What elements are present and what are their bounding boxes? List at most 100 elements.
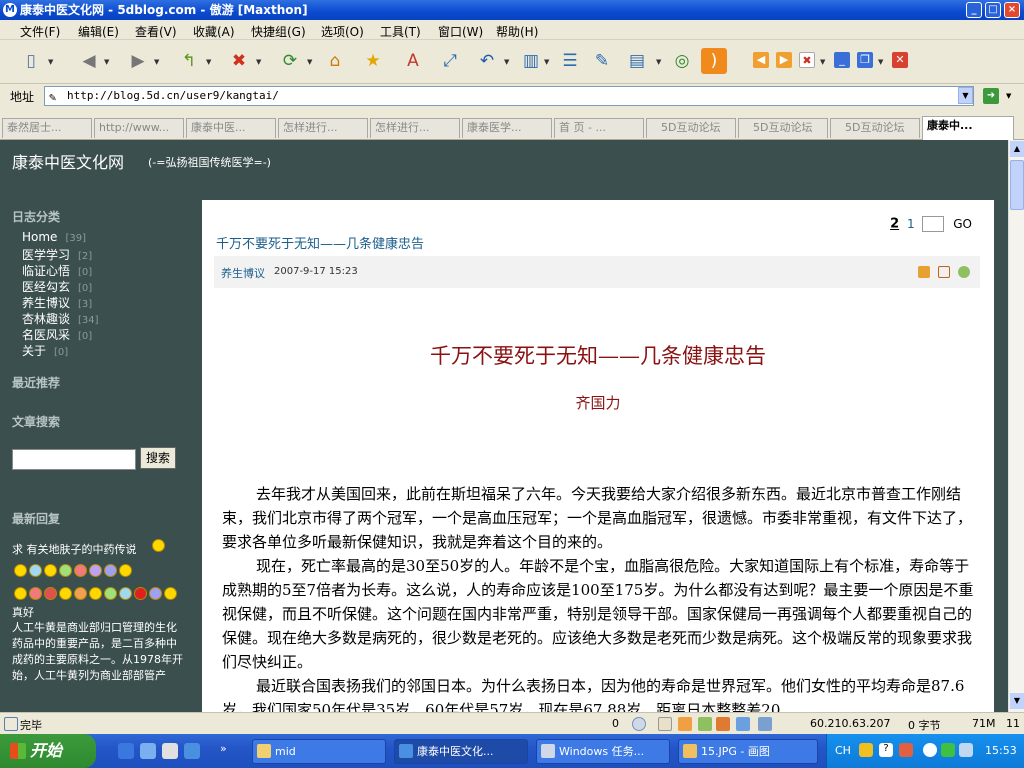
tab-4[interactable]: 怎样进行... <box>278 118 368 138</box>
tab-restore-icon[interactable]: ❐ <box>857 52 873 68</box>
page-link-2[interactable]: 2 <box>890 217 899 232</box>
scroll-down-icon[interactable]: ▼ <box>1010 693 1024 709</box>
tab-10[interactable]: 5D互动论坛 <box>830 118 920 138</box>
delete-icon[interactable] <box>938 266 950 278</box>
tab-minimize-icon[interactable]: _ <box>834 52 850 68</box>
desktop-quicklaunch-icon[interactable] <box>140 743 156 759</box>
ie-quicklaunch-icon[interactable] <box>118 743 134 759</box>
tab-close-all-icon[interactable]: ✕ <box>892 52 908 68</box>
notes-icon[interactable]: ✎ <box>589 48 615 74</box>
category-item[interactable]: 关于 [0] <box>22 342 68 359</box>
scroll-thumb[interactable] <box>1010 160 1024 210</box>
tab-9[interactable]: 5D互动论坛 <box>738 118 828 138</box>
clock[interactable]: 15:53 <box>985 744 1017 757</box>
search-input[interactable] <box>12 449 136 470</box>
home-icon[interactable]: ⌂ <box>322 48 348 74</box>
category-item[interactable]: 医经勾玄 [0] <box>22 278 92 295</box>
list-icon[interactable]: ☰ <box>557 48 583 74</box>
post-category[interactable]: 养生博议 <box>221 265 265 281</box>
columns-icon[interactable]: ▥ <box>518 48 544 74</box>
menu-edit[interactable]: 编辑(E) <box>78 23 119 40</box>
tab-2[interactable]: http://www... <box>94 118 184 138</box>
window-title-bar[interactable]: M 康泰中医文化网 - 5dblog.com - 傲游 [Maxthon] _ … <box>0 0 1024 20</box>
menu-file[interactable]: 文件(F) <box>20 23 60 40</box>
ad-filter-icon[interactable] <box>698 717 712 731</box>
maximize-button[interactable]: □ <box>985 2 1001 18</box>
category-item[interactable]: 养生博议 [3] <box>22 294 92 311</box>
edit-icon[interactable] <box>918 266 930 278</box>
reply-link[interactable]: 求 有关地肤子的中药传说 <box>12 541 137 557</box>
tab-active[interactable]: 康泰中... <box>922 116 1014 140</box>
category-item[interactable]: 名医风采 [0] <box>22 326 92 343</box>
menu-favorites[interactable]: 收藏(A) <box>193 23 235 40</box>
proxy-icon[interactable] <box>736 717 750 731</box>
stop-icon[interactable]: ✖ <box>226 48 252 74</box>
undo-close-icon[interactable]: ↶ <box>474 48 500 74</box>
new-page-icon[interactable]: ▯ <box>18 48 44 74</box>
close-button[interactable]: × <box>1004 2 1020 18</box>
task-paint[interactable]: 15.JPG - 画图 <box>678 739 818 764</box>
expand-icon[interactable] <box>958 266 970 278</box>
refresh-icon[interactable]: ⟳ <box>277 48 303 74</box>
category-item[interactable]: 杏林趣谈 [34] <box>22 310 99 327</box>
scroll-up-icon[interactable]: ▲ <box>1010 141 1024 157</box>
task-windows-task-manager[interactable]: Windows 任务... <box>536 739 670 764</box>
next-tab-icon[interactable]: ▶ <box>776 52 792 68</box>
task-maxthon[interactable]: 康泰中医文化... <box>394 739 528 764</box>
page-go-button[interactable]: GO <box>953 217 972 231</box>
reply-excerpt[interactable]: 人工牛黄是商业部归口管理的生化药品中的重要产品，是二百多种中成药的主要原料之一。… <box>12 620 184 684</box>
address-dropdown-icon[interactable]: ▼ <box>958 87 973 104</box>
category-item[interactable]: Home [39] <box>22 230 86 244</box>
page-link-1[interactable]: 1 <box>907 217 915 231</box>
tab-7[interactable]: 首 页 - ... <box>554 118 644 138</box>
blog-title[interactable]: 康泰中医文化网 <box>12 149 124 173</box>
menu-help[interactable]: 帮助(H) <box>496 23 538 40</box>
address-menu-icon[interactable]: ▼ <box>1006 92 1011 100</box>
post-title[interactable]: 千万不要死于无知——几条健康忠告 <box>216 233 424 252</box>
tray-app-icon[interactable] <box>899 743 913 757</box>
menu-view[interactable]: 查看(V) <box>135 23 177 40</box>
menu-window[interactable]: 窗口(W) <box>438 23 483 40</box>
menu-tools[interactable]: 工具(T) <box>380 23 421 40</box>
tab-3[interactable]: 康泰中医... <box>186 118 276 138</box>
language-indicator[interactable]: CH <box>835 744 851 757</box>
browser-quicklaunch-icon[interactable] <box>184 743 200 759</box>
category-item[interactable]: 医学学习 [2] <box>22 246 92 263</box>
translate-icon[interactable]: A <box>400 48 426 74</box>
task-mid[interactable]: mid <box>252 739 386 764</box>
forward-icon[interactable]: ▶ <box>125 48 151 74</box>
go-arrow-icon[interactable]: ➜ <box>983 88 999 104</box>
minimize-button[interactable]: _ <box>966 2 982 18</box>
tab-5[interactable]: 怎样进行... <box>370 118 460 138</box>
tab-6[interactable]: 康泰医学... <box>462 118 552 138</box>
up-icon[interactable]: ↰ <box>176 48 202 74</box>
favorites-star-icon[interactable]: ★ <box>360 48 386 74</box>
flash-block-icon[interactable] <box>678 717 692 731</box>
rss-icon[interactable]: ) <box>701 48 727 74</box>
plugin-icon[interactable] <box>716 717 730 731</box>
menu-groups[interactable]: 快捷组(G) <box>251 23 306 40</box>
tab-1[interactable]: 泰然居士... <box>2 118 92 138</box>
sync-icon[interactable]: ◎ <box>669 48 695 74</box>
vertical-scrollbar[interactable]: ▲ ▼ <box>1008 140 1024 712</box>
tab-8[interactable]: 5D互动论坛 <box>646 118 736 138</box>
ime-icon[interactable] <box>859 743 873 757</box>
prev-tab-icon[interactable]: ◀ <box>753 52 769 68</box>
network-icon[interactable] <box>632 717 646 731</box>
page-number-input[interactable] <box>922 216 945 232</box>
start-button[interactable]: 开始 <box>0 734 96 768</box>
back-icon[interactable]: ◀ <box>76 48 102 74</box>
fullscreen-icon[interactable]: ⤢ <box>437 48 463 74</box>
search-button[interactable]: 搜索 <box>140 447 176 469</box>
close-tab-icon[interactable]: ✖ <box>799 52 815 68</box>
address-input[interactable]: ✎ http://blog.5d.cn/user9/kangtai/ <box>44 86 974 106</box>
help-icon[interactable]: ? <box>879 743 893 757</box>
tray-expand-icon[interactable] <box>923 743 937 757</box>
reply-text[interactable]: 真好 <box>12 604 34 620</box>
form-icon[interactable]: ▤ <box>624 48 650 74</box>
popup-block-icon[interactable] <box>658 717 672 731</box>
network-tray-icon[interactable] <box>941 743 955 757</box>
menu-options[interactable]: 选项(O) <box>321 23 364 40</box>
volume-icon[interactable] <box>959 743 973 757</box>
quicklaunch-more-icon[interactable]: » <box>220 742 227 755</box>
